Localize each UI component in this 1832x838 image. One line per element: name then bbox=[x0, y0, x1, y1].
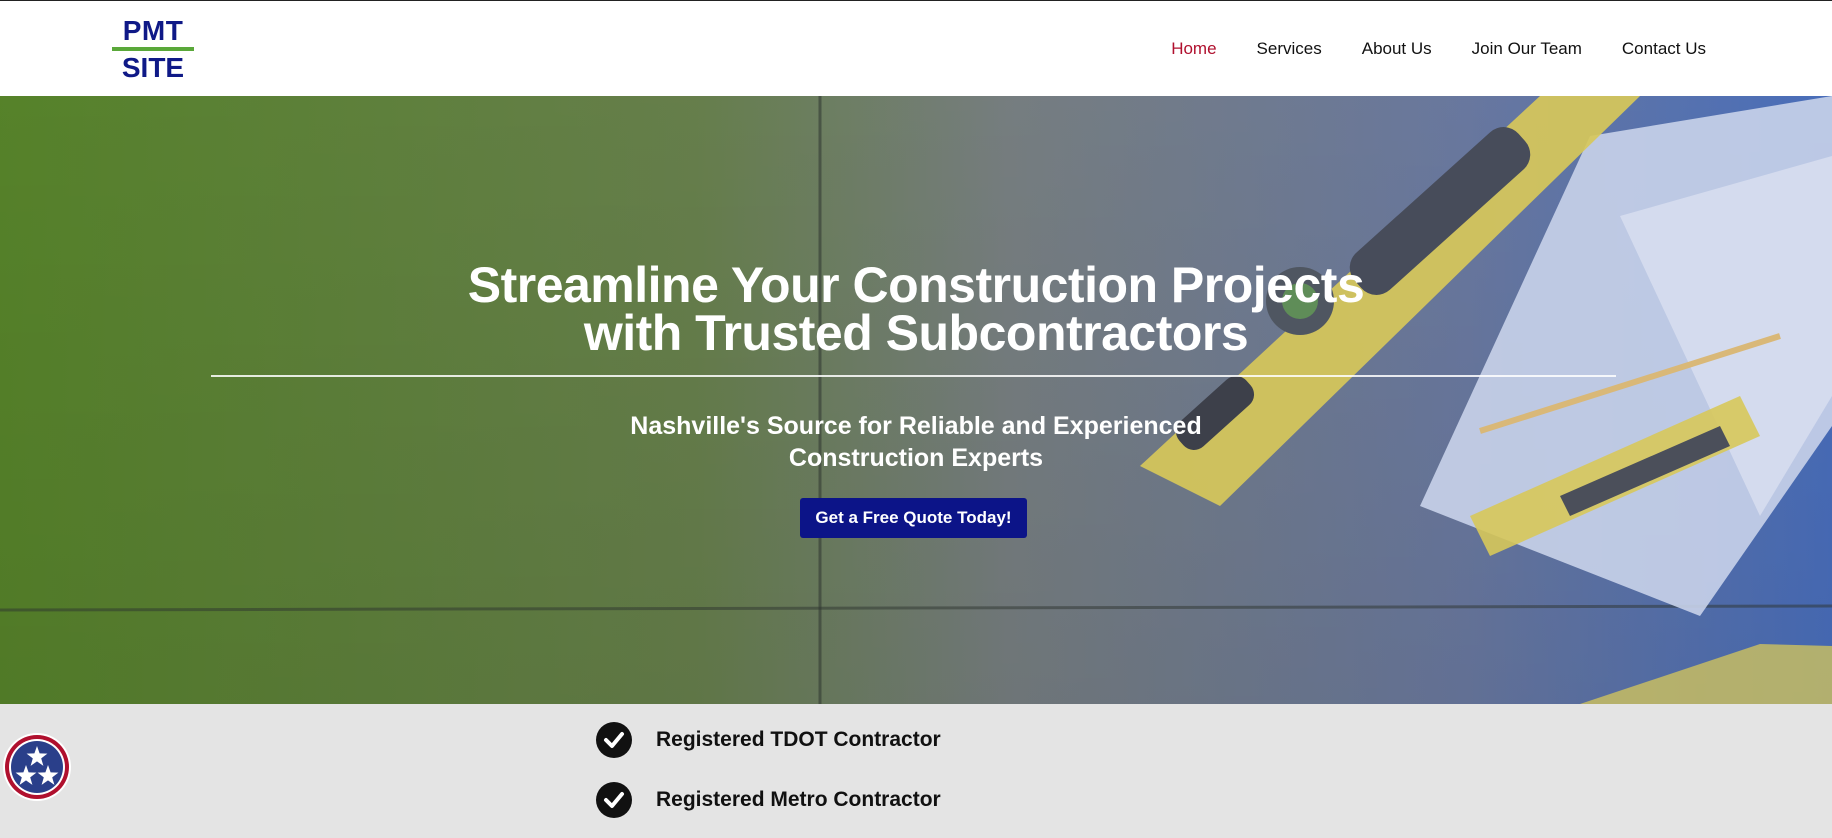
logo-line1: PMT bbox=[122, 15, 184, 46]
logo-underline bbox=[112, 47, 194, 51]
nav-services[interactable]: Services bbox=[1257, 39, 1322, 59]
hero-background-image bbox=[0, 96, 1832, 704]
credential-item: Registered TDOT Contractor bbox=[596, 722, 941, 758]
main-nav: Home Services About Us Join Our Team Con… bbox=[1171, 39, 1706, 59]
pmt-site-logo[interactable]: PMT SITE bbox=[112, 15, 194, 83]
nav-about-us[interactable]: About Us bbox=[1362, 39, 1432, 59]
hero-subtitle-line1: Nashville's Source for Reliable and Expe… bbox=[630, 412, 1202, 440]
tennessee-tri-star-icon bbox=[3, 733, 71, 801]
hero-title-line1: Streamline Your Construction Projects bbox=[467, 257, 1365, 313]
free-quote-button[interactable]: Get a Free Quote Today! bbox=[800, 498, 1027, 538]
nav-home[interactable]: Home bbox=[1171, 39, 1216, 59]
nav-join-our-team[interactable]: Join Our Team bbox=[1472, 39, 1582, 59]
check-circle-icon bbox=[596, 722, 632, 758]
hero-subtitle-line2: Construction Experts bbox=[788, 444, 1044, 472]
check-circle-icon bbox=[596, 782, 632, 818]
hero-title-line2: with Trusted Subcontractors bbox=[583, 305, 1249, 361]
hero-divider bbox=[211, 375, 1616, 377]
hero-subtitle: Nashville's Source for Reliable and Expe… bbox=[0, 410, 1832, 474]
site-header: PMT SITE Home Services About Us Join Our… bbox=[0, 0, 1832, 96]
credential-item: Registered Metro Contractor bbox=[596, 782, 941, 818]
credential-label: Registered Metro Contractor bbox=[656, 788, 941, 811]
credentials-section: Registered TDOT Contractor Registered Me… bbox=[0, 704, 1832, 838]
credential-label: Registered TDOT Contractor bbox=[656, 728, 941, 751]
logo-line2: SITE bbox=[121, 52, 185, 83]
nav-contact-us[interactable]: Contact Us bbox=[1622, 39, 1706, 59]
hero-title: Streamline Your Construction Projects wi… bbox=[0, 257, 1832, 361]
hero-section: Streamline Your Construction Projects wi… bbox=[0, 96, 1832, 704]
